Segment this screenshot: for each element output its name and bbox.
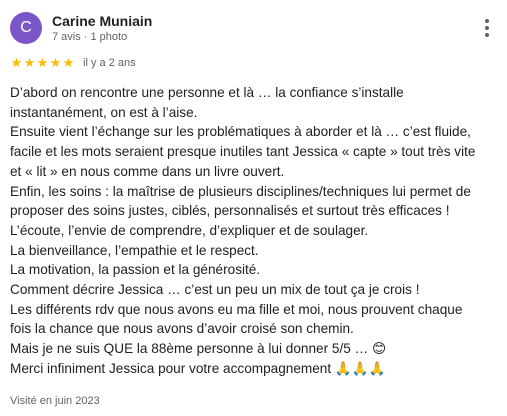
review-line: Enfin, les soins : la maîtrise de plusie… <box>10 183 471 199</box>
review-line: Merci infiniment Jessica pour votre acco… <box>10 360 386 376</box>
more-vert-icon <box>485 19 489 23</box>
review-line: Mais je ne suis QUE la 88ème personne à … <box>10 341 387 357</box>
more-options-button[interactable] <box>475 14 499 42</box>
avatar[interactable]: C <box>10 12 42 44</box>
star-icon: ★ <box>49 55 62 70</box>
review-line: et « lit » en nous comme dans un livre o… <box>10 163 285 179</box>
visit-date: Visité en juin 2023 <box>10 395 100 407</box>
star-icon: ★ <box>36 55 49 70</box>
more-vert-icon <box>485 33 489 37</box>
review-date: il y a 2 ans <box>83 57 136 69</box>
review-line: D’abord on rencontre une personne et là … <box>10 85 404 100</box>
review-line: Les différents rdv que nous avons eu ma … <box>10 301 463 317</box>
star-icon: ★ <box>62 55 75 70</box>
review-line: La motivation, la passion et la générosi… <box>10 262 261 278</box>
more-vert-icon <box>485 26 489 30</box>
review-line: La bienveillance, l’empathie et le respe… <box>10 242 259 258</box>
review-line: facile et les mots seraient presque inut… <box>10 144 476 160</box>
review-card: C Carine Muniain 7 avis · 1 photo ★ ★ ★ ★ ★ … <box>0 0 507 416</box>
review-line: L’écoute, l’envie de comprendre, d’expli… <box>10 222 369 238</box>
star-icon: ★ <box>23 55 36 70</box>
author-meta: 7 avis · 1 photo <box>52 31 128 43</box>
review-line: instantanément, on est à l’aise. <box>10 104 198 120</box>
review-line: Ensuite vient l’échange sur les probléma… <box>10 124 471 140</box>
rating-row: ★ ★ ★ ★ ★ il y a 2 ans <box>10 56 136 70</box>
review-line: fois la chance que nous avons d’avoir cr… <box>10 321 354 337</box>
review-line: proposer des soins justes, ciblés, perso… <box>10 203 450 219</box>
star-rating: ★ ★ ★ ★ ★ <box>10 56 75 70</box>
author-name[interactable]: Carine Muniain <box>52 13 152 29</box>
star-icon: ★ <box>10 55 23 70</box>
review-line: Comment décrire Jessica … c’est un peu u… <box>10 282 420 298</box>
review-text: D’abord on rencontre une personne et là … <box>10 83 502 379</box>
